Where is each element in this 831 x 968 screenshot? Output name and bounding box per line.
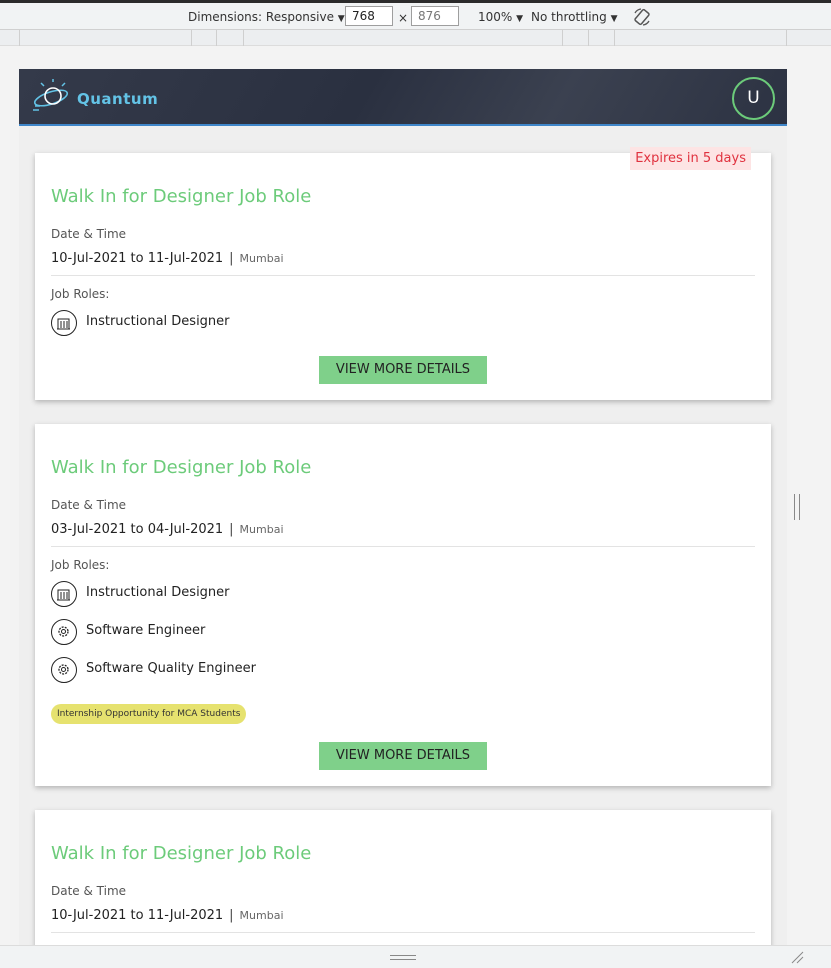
dimensions-dropdown[interactable]: Dimensions: Responsive ▼	[188, 10, 345, 24]
separator: |	[229, 908, 234, 923]
divider	[51, 546, 755, 547]
expires-badge: Expires in 5 days	[630, 147, 751, 170]
building-icon	[51, 581, 77, 607]
role-name: Instructional Designer	[86, 585, 230, 600]
roles-label: Job Roles:	[51, 287, 110, 301]
job-title[interactable]: Walk In for Designer Job Role	[51, 843, 311, 864]
zoom-dropdown[interactable]: 100% ▼	[478, 10, 523, 24]
date-location: 10-Jul-2021 to 11-Jul-2021 | Mumbai	[51, 251, 284, 266]
date-label: Date & Time	[51, 884, 127, 898]
page-viewport: Quantum U Expires in 5 days Walk In for …	[19, 69, 787, 945]
job-card: Walk In for Designer Job Role Date & Tim…	[35, 424, 771, 786]
role-name: Instructional Designer	[86, 314, 230, 329]
brand-name: Quantum	[77, 90, 159, 108]
gear-icon	[51, 619, 77, 645]
date-label: Date & Time	[51, 498, 127, 512]
times-symbol: ×	[398, 11, 409, 25]
dimensions-label: Dimensions: Responsive	[188, 10, 334, 24]
devtools-bottom-bar	[0, 945, 831, 968]
gear-icon	[51, 657, 77, 683]
height-input[interactable]: 876	[411, 6, 459, 26]
throttling-dropdown[interactable]: No throttling ▼	[531, 10, 618, 24]
location: Mumbai	[239, 252, 284, 265]
planet-bulb-logo[interactable]	[31, 78, 73, 114]
job-card: Walk In for Designer Job Role Date & Tim…	[35, 810, 771, 945]
app-header: Quantum U	[19, 69, 787, 126]
roles-label: Job Roles:	[51, 558, 110, 572]
job-title[interactable]: Walk In for Designer Job Role	[51, 186, 311, 207]
media-query-ruler	[0, 30, 831, 46]
chevron-down-icon: ▼	[610, 14, 618, 24]
location: Mumbai	[239, 523, 284, 536]
separator: |	[229, 522, 234, 537]
divider	[51, 275, 755, 276]
view-more-details-button[interactable]: VIEW MORE DETAILS	[319, 356, 487, 384]
zoom-label: 100%	[478, 10, 513, 24]
resize-handle-bottom[interactable]	[390, 955, 416, 960]
job-card: Expires in 5 days Walk In for Designer J…	[35, 147, 771, 400]
divider	[51, 932, 755, 933]
date-range: 10-Jul-2021 to 11-Jul-2021	[51, 908, 224, 923]
chevron-down-icon: ▼	[337, 14, 345, 24]
building-icon	[51, 310, 77, 336]
internship-badge: Internship Opportunity for MCA Students	[51, 704, 247, 724]
date-range: 10-Jul-2021 to 11-Jul-2021	[51, 251, 224, 266]
user-avatar[interactable]: U	[732, 77, 775, 120]
role-name: Software Engineer	[86, 623, 206, 638]
chevron-down-icon: ▼	[516, 14, 524, 24]
location: Mumbai	[239, 909, 284, 922]
resize-handle-right[interactable]	[794, 494, 800, 520]
throttling-label: No throttling	[531, 10, 607, 24]
date-range: 03-Jul-2021 to 04-Jul-2021	[51, 522, 224, 537]
date-location: 03-Jul-2021 to 04-Jul-2021 | Mumbai	[51, 522, 284, 537]
separator: |	[229, 251, 234, 266]
width-input[interactable]: 768	[345, 6, 393, 26]
job-title[interactable]: Walk In for Designer Job Role	[51, 457, 311, 478]
date-location: 10-Jul-2021 to 11-Jul-2021 | Mumbai	[51, 908, 284, 923]
role-name: Software Quality Engineer	[86, 661, 256, 676]
resize-corner-icon[interactable]	[790, 950, 804, 964]
date-label: Date & Time	[51, 227, 127, 241]
devtools-toolbar: Dimensions: Responsive ▼ 768 × 876 100% …	[0, 0, 831, 30]
rotate-icon[interactable]	[632, 7, 652, 27]
view-more-details-button[interactable]: VIEW MORE DETAILS	[319, 742, 487, 770]
